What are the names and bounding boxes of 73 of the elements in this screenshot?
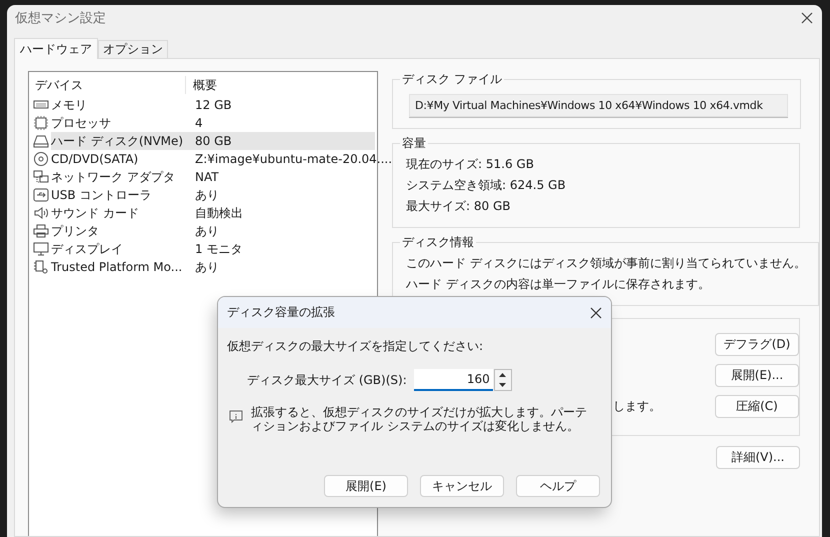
triangle-down-icon bbox=[499, 383, 506, 387]
group-title: ディスク情報 bbox=[401, 234, 475, 251]
utility-button[interactable]: 展開(E)... bbox=[715, 364, 799, 387]
tab[interactable]: ハードウェア bbox=[14, 38, 98, 59]
close-icon[interactable] bbox=[589, 306, 603, 320]
tab[interactable]: オプション bbox=[98, 40, 168, 58]
device-row[interactable]: プリンタ あり bbox=[51, 222, 375, 240]
column-header[interactable]: デバイス bbox=[30, 76, 185, 94]
device-name: ディスプレイ bbox=[51, 240, 124, 258]
device-row[interactable]: USB コントローラ あり bbox=[51, 186, 375, 204]
group-title: ディスク ファイル bbox=[401, 71, 503, 88]
prompt-text: 仮想ディスクの最大サイズを指定してください: bbox=[227, 338, 484, 355]
triangle-up-icon bbox=[499, 373, 506, 377]
device-row[interactable]: ネットワーク アダプタ NAT bbox=[51, 168, 375, 186]
dialog-button[interactable]: キャンセル bbox=[420, 475, 504, 497]
monitor-icon bbox=[33, 242, 49, 256]
capacity-text: 最大サイズ: 80 GB bbox=[405, 198, 512, 215]
hard-drive-icon bbox=[33, 134, 49, 148]
dialog-button[interactable]: ヘルプ bbox=[516, 475, 600, 497]
device-name: プリンタ bbox=[51, 222, 100, 240]
column-header[interactable]: 概要 bbox=[185, 76, 376, 94]
close-icon[interactable] bbox=[800, 10, 814, 24]
device-row[interactable]: Trusted Platform Mo... あり bbox=[51, 258, 375, 276]
device-row[interactable]: プロセッサ 4 bbox=[51, 114, 375, 132]
device-summary: あり bbox=[194, 186, 220, 204]
usb-icon bbox=[33, 188, 49, 202]
device-summary: 12 GB bbox=[194, 98, 233, 112]
device-summary: NAT bbox=[194, 170, 220, 184]
chip-key-icon bbox=[33, 260, 49, 274]
utility-button[interactable]: 圧縮(C) bbox=[715, 395, 799, 418]
speaker-icon bbox=[33, 206, 49, 220]
info-text: ハード ディスクの内容は単一ファイルに保存されます。 bbox=[405, 276, 711, 293]
printer-icon bbox=[33, 224, 49, 238]
network-icon bbox=[33, 170, 49, 184]
device-summary: あり bbox=[194, 258, 220, 276]
device-row[interactable]: サウンド カード 自動検出 bbox=[51, 204, 375, 222]
utility-button[interactable]: デフラグ(D) bbox=[715, 333, 799, 356]
field-label: ディスク最大サイズ (GB)(S): bbox=[247, 372, 407, 388]
size-input-field[interactable]: 160 bbox=[414, 369, 493, 391]
device-name: ネットワーク アダプタ bbox=[51, 168, 176, 186]
path-field[interactable]: D:¥My Virtual Machines¥Windows 10 x64¥Windows 10 x64.vmdk bbox=[409, 94, 788, 118]
device-summary: Z:¥image¥ubuntu-mate-20.04.... bbox=[194, 152, 392, 166]
note-text: 拡張すると、仮想ディスクのサイズだけが拡大します。パーティションおよびファイル システムのサイズは変化しません。 bbox=[251, 405, 588, 433]
device-row[interactable]: メモリ 12 GB bbox=[51, 96, 375, 114]
device-summary: 1 モニタ bbox=[194, 240, 244, 258]
device-name: Trusted Platform Mo... bbox=[51, 260, 184, 274]
disc-icon bbox=[33, 152, 49, 166]
device-name: プロセッサ bbox=[51, 114, 112, 132]
dialog-button[interactable]: 展開(E) bbox=[324, 475, 408, 497]
device-row[interactable]: CD/DVD(SATA) Z:¥image¥ubuntu-mate-20.04.... bbox=[51, 150, 392, 168]
device-name: メモリ bbox=[51, 96, 88, 114]
info-text: このハード ディスクにはディスク領域が事前に割り当てられていません。 bbox=[405, 255, 806, 272]
device-name: CD/DVD(SATA) bbox=[51, 152, 140, 166]
device-summary: 自動検出 bbox=[194, 204, 244, 222]
info-icon bbox=[229, 410, 243, 423]
spin-down-button[interactable] bbox=[494, 380, 511, 390]
advanced-button[interactable]: 詳細(V)... bbox=[716, 446, 800, 469]
device-summary: あり bbox=[194, 222, 220, 240]
capacity-text: システム空き領域: 624.5 GB bbox=[405, 177, 567, 194]
spin-up-button[interactable] bbox=[494, 370, 511, 380]
device-summary: 4 bbox=[194, 116, 204, 130]
processor-chip-icon bbox=[33, 116, 49, 130]
group-title: 容量 bbox=[401, 135, 427, 152]
device-name: サウンド カード bbox=[51, 204, 140, 222]
dialog-title: ディスク容量の拡張 bbox=[227, 304, 335, 321]
device-row[interactable]: ディスプレイ 1 モニタ bbox=[51, 240, 375, 258]
capacity-text: 現在のサイズ: 51.6 GB bbox=[405, 156, 535, 173]
window-title: 仮想マシン設定 bbox=[15, 10, 106, 26]
device-name: USB コントローラ bbox=[51, 186, 152, 204]
device-summary: 80 GB bbox=[194, 134, 233, 148]
description-text: します。 bbox=[613, 398, 662, 415]
device-name: ハード ディスク(NVMe) bbox=[51, 132, 184, 150]
device-row[interactable]: ハード ディスク(NVMe) 80 GB bbox=[51, 132, 375, 150]
